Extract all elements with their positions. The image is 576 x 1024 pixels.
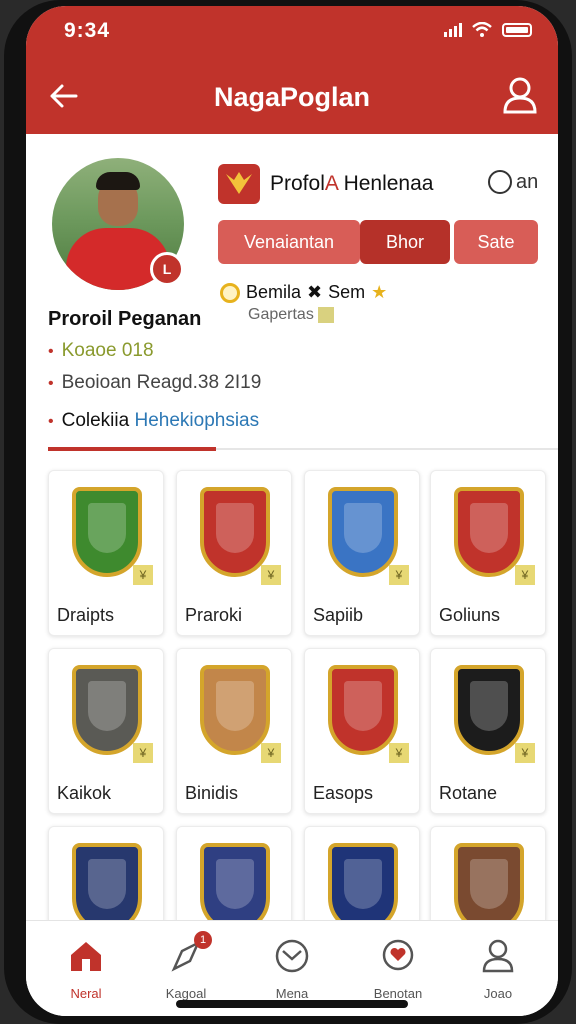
collection-card[interactable] bbox=[430, 826, 546, 933]
phone-frame: 9:34 NagaPoglan L ProfolA Henlenaa an Ve… bbox=[4, 0, 572, 1024]
star-icon: ★ bbox=[371, 282, 388, 302]
bullet-icon: • bbox=[48, 413, 54, 430]
wifi-icon bbox=[472, 22, 492, 37]
tab-joao[interactable]: Joao bbox=[458, 939, 538, 1001]
user-icon[interactable] bbox=[502, 76, 538, 114]
rank-chip-icon bbox=[317, 306, 334, 323]
item-label: Praroki bbox=[185, 605, 243, 625]
home-icon bbox=[71, 942, 101, 971]
app-header: 9:34 NagaPoglan bbox=[26, 6, 558, 134]
item-tag-icon: ¥ bbox=[515, 565, 535, 585]
collection-card[interactable] bbox=[304, 826, 420, 933]
collection-card[interactable] bbox=[176, 826, 292, 933]
profile-meta-1: • Koaoe 018 bbox=[48, 340, 154, 362]
rank-subtitle-text: Gapertas bbox=[248, 306, 314, 323]
person-icon bbox=[482, 939, 514, 973]
collection-card[interactable]: ¥ Binidis bbox=[176, 648, 292, 814]
status-icons bbox=[444, 22, 532, 38]
venaiantan-button[interactable]: Venaiantan bbox=[218, 220, 360, 264]
chat-button[interactable]: an bbox=[488, 170, 538, 194]
chat-label: an bbox=[516, 170, 539, 193]
rank-row: Bemila ✖ Sem ★ bbox=[220, 282, 387, 303]
avatar-badge: L bbox=[150, 252, 184, 286]
tab-label: Kagoal bbox=[165, 986, 207, 1001]
tab-neral[interactable]: Neral bbox=[46, 939, 126, 1001]
item-tag-icon: ¥ bbox=[133, 565, 153, 585]
heart-chat-icon bbox=[382, 939, 414, 971]
collection-card[interactable]: ¥ Praroki bbox=[176, 470, 292, 636]
profile-name: Proroil Peganan bbox=[48, 308, 202, 330]
active-tab-indicator bbox=[48, 447, 216, 451]
collection-card[interactable]: ¥ Sapiib bbox=[304, 470, 420, 636]
item-tag-icon: ¥ bbox=[515, 743, 535, 763]
tab-benotan[interactable]: Benotan bbox=[358, 939, 438, 1001]
app-screen: 9:34 NagaPoglan L ProfolA Henlenaa an Ve… bbox=[26, 6, 558, 1016]
collection-card[interactable]: ¥ Easops bbox=[304, 648, 420, 814]
cross-icon: ✖ bbox=[307, 282, 323, 302]
item-label: Kaikok bbox=[57, 783, 112, 803]
item-tag-icon: ¥ bbox=[133, 743, 153, 763]
envelope-icon bbox=[275, 939, 309, 973]
collection-card[interactable]: ¥ Kaikok bbox=[48, 648, 164, 814]
item-label: Draipts bbox=[57, 605, 115, 625]
home-indicator bbox=[176, 1000, 408, 1008]
collection-card[interactable] bbox=[48, 826, 164, 933]
avatar-hair bbox=[96, 172, 140, 190]
profile-meta-3: • Colekiia Hehekiophsias bbox=[48, 410, 259, 432]
bullet-icon: • bbox=[48, 343, 54, 360]
tab-kagoal[interactable]: 1 Kagoal bbox=[146, 931, 226, 1001]
sate-button[interactable]: Sate bbox=[454, 220, 538, 264]
collection-card[interactable]: ¥ Goliuns bbox=[430, 470, 546, 636]
battery-icon bbox=[502, 23, 532, 37]
nav-bar: NagaPoglan bbox=[26, 68, 558, 124]
tab-label: Neral bbox=[70, 986, 102, 1001]
tab-label: Benotan bbox=[373, 986, 423, 1001]
status-time: 9:34 bbox=[64, 19, 111, 42]
meta-2-text: Beoioan Reagd.38 2I19 bbox=[61, 372, 262, 393]
medal-icon bbox=[220, 282, 240, 303]
item-tag-icon: ¥ bbox=[261, 743, 281, 763]
tab-label: Mena bbox=[275, 986, 309, 1001]
collection-card[interactable]: ¥ Draipts bbox=[48, 470, 164, 636]
item-label: Goliuns bbox=[439, 605, 501, 625]
tab-label: Joao bbox=[483, 986, 513, 1001]
brand-title-suffix: Henlenaa bbox=[343, 172, 434, 195]
rank-subtitle: Gapertas bbox=[248, 306, 334, 324]
rank-name: Bemila bbox=[246, 282, 302, 302]
signal-icon bbox=[444, 23, 462, 37]
chat-bubble-icon bbox=[488, 170, 512, 194]
brand-title-accent: A bbox=[324, 172, 338, 195]
meta-3-link[interactable]: Hehekiophsias bbox=[134, 410, 259, 431]
item-tag-icon: ¥ bbox=[261, 565, 281, 585]
item-label: Binidis bbox=[185, 783, 239, 803]
item-label: Sapiib bbox=[313, 605, 364, 625]
rank-suffix: Sem bbox=[328, 282, 366, 302]
brand-logo bbox=[218, 164, 260, 204]
item-tag-icon: ¥ bbox=[389, 565, 409, 585]
tab-mena[interactable]: Mena bbox=[252, 939, 332, 1001]
meta-1-text: Koaoe 018 bbox=[61, 340, 154, 361]
item-label: Easops bbox=[313, 783, 374, 803]
item-tag-icon: ¥ bbox=[389, 743, 409, 763]
bullet-icon: • bbox=[48, 375, 54, 392]
item-label: Rotane bbox=[439, 783, 498, 803]
brand-title: ProfolA Henlenaa bbox=[270, 172, 433, 196]
profile-meta-2: • Beoioan Reagd.38 2I19 bbox=[48, 372, 261, 394]
notification-badge: 1 bbox=[194, 931, 212, 949]
meta-3-prefix: Colekiia bbox=[61, 410, 130, 431]
collection-card[interactable]: ¥ Rotane bbox=[430, 648, 546, 814]
brand-title-prefix: Profol bbox=[270, 172, 325, 195]
status-bar: 9:34 bbox=[26, 16, 558, 46]
page-title: NagaPoglan bbox=[213, 82, 371, 112]
bhor-button[interactable]: Bhor bbox=[360, 220, 450, 264]
